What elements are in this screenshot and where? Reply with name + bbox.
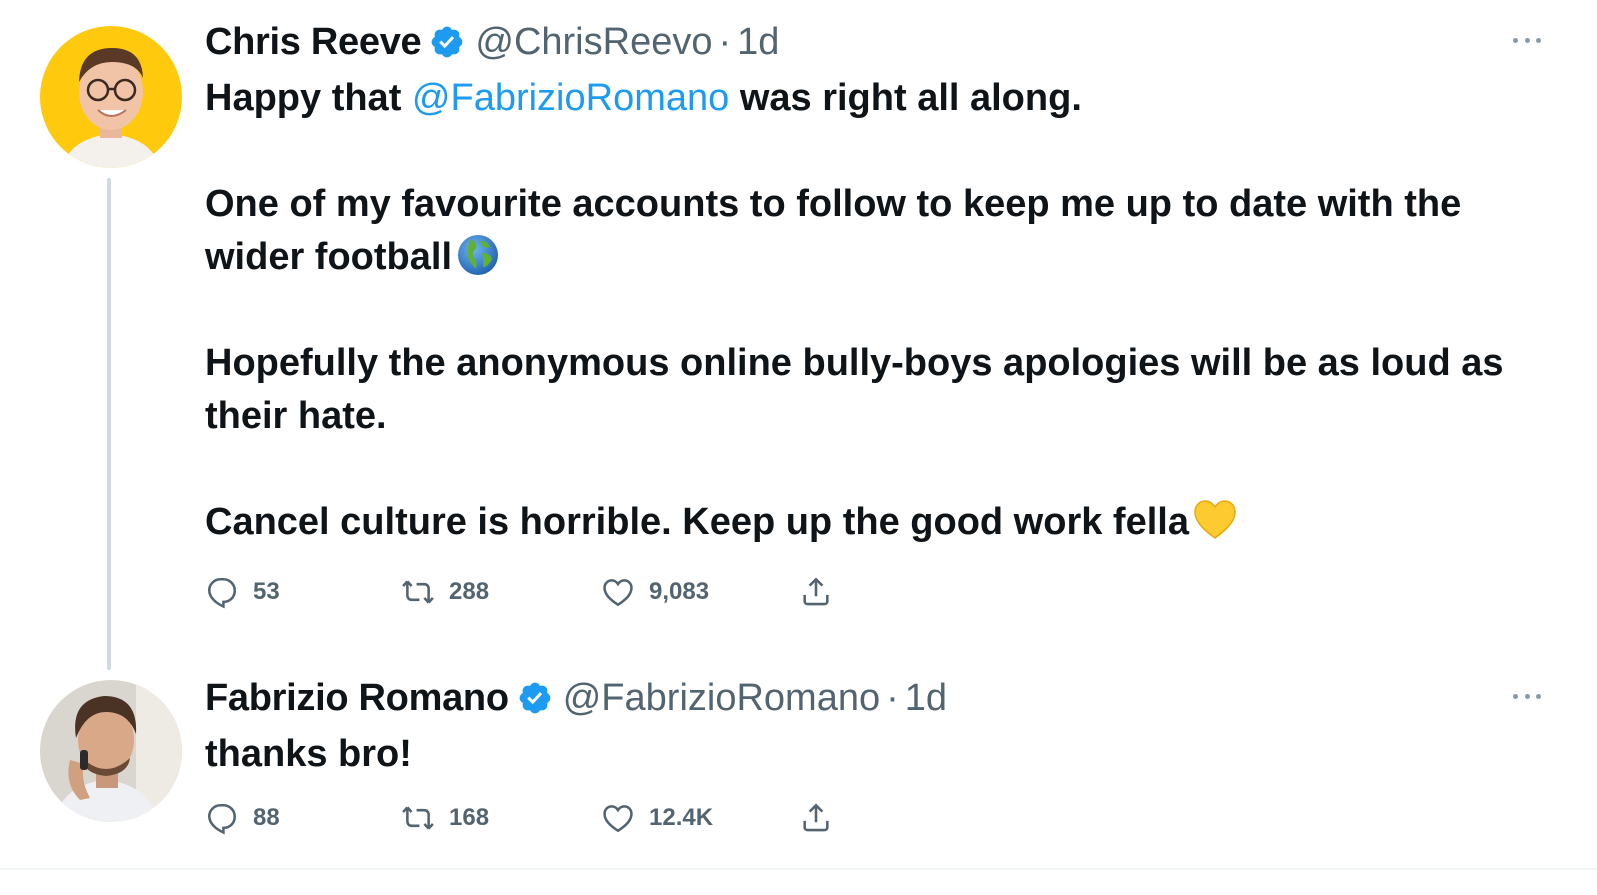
tweet-paragraph: Cancel culture is horrible. Keep up the … — [205, 496, 1547, 549]
handle[interactable]: @FabrizioRomano — [563, 677, 880, 720]
reply-icon — [205, 575, 239, 609]
reply-count: 88 — [253, 804, 280, 831]
like-count: 9,083 — [649, 578, 710, 605]
mention-link[interactable]: @FabrizioRomano — [412, 77, 729, 119]
tweet-header: Fabrizio Romano @FabrizioRomano · 1d — [205, 674, 1547, 722]
retweet-button[interactable]: 288 — [401, 572, 489, 612]
share-icon — [799, 575, 833, 609]
timestamp[interactable]: 1d — [905, 677, 947, 720]
like-button[interactable]: 12.4K — [601, 798, 713, 838]
text-segment: One of my favourite accounts to follow t… — [205, 183, 1462, 278]
separator-dot: · — [718, 20, 732, 63]
retweet-count: 168 — [449, 804, 490, 831]
share-button[interactable] — [799, 798, 847, 838]
tweet-paragraph: One of my favourite accounts to follow t… — [205, 178, 1547, 284]
reply-icon — [205, 801, 239, 835]
like-icon — [601, 801, 635, 835]
retweet-icon — [401, 801, 435, 835]
retweet-button[interactable]: 168 — [401, 798, 489, 838]
tweet-content: Fabrizio Romano @FabrizioRomano · 1d tha… — [205, 674, 1547, 781]
reply-button[interactable]: 88 — [205, 798, 280, 838]
text-segment: was right all along. — [729, 77, 1082, 119]
verified-badge-icon — [429, 24, 465, 60]
timestamp[interactable]: 1d — [737, 21, 779, 64]
tweet-fabrizio-romano[interactable]: Fabrizio Romano @FabrizioRomano · 1d tha… — [0, 660, 1597, 895]
tweet-paragraph: thanks bro! — [205, 733, 412, 775]
separator-dot: · — [886, 676, 899, 719]
tweet-text: thanks bro! — [205, 728, 1547, 781]
tweet-actions: 88 168 12.4K — [205, 798, 905, 838]
tweet-header: Chris Reeve @ChrisReevo · 1d — [205, 18, 1547, 66]
avatar[interactable] — [40, 680, 182, 822]
like-count: 12.4K — [649, 804, 714, 831]
tweet-chris-reeve[interactable]: Chris Reeve @ChrisReevo · 1d Happy that … — [0, 0, 1597, 670]
retweet-icon — [401, 575, 435, 609]
thread-connector-line — [107, 178, 111, 670]
reply-button[interactable]: 53 — [205, 572, 280, 612]
tweet-paragraph: Hopefully the anonymous online bully-boy… — [205, 342, 1504, 437]
like-button[interactable]: 9,083 — [601, 572, 709, 612]
text-segment: Happy that — [205, 77, 412, 119]
display-name[interactable]: Fabrizio Romano — [205, 677, 509, 720]
bottom-divider — [0, 868, 1597, 870]
tweet-text: Happy that @FabrizioRomano was right all… — [205, 72, 1547, 549]
tweet-content: Chris Reeve @ChrisReevo · 1d Happy that … — [205, 18, 1547, 549]
avatar[interactable] — [40, 26, 182, 168]
retweet-count: 288 — [449, 578, 490, 605]
yellow-heart-icon — [1193, 498, 1237, 542]
share-icon — [799, 801, 833, 835]
text-segment: Cancel culture is horrible. Keep up the … — [205, 501, 1189, 543]
tweet-paragraph: Happy that @FabrizioRomano was right all… — [205, 72, 1547, 125]
globe-emoji-icon — [456, 233, 500, 277]
conversation-thread: Chris Reeve @ChrisReevo · 1d Happy that … — [0, 0, 1597, 895]
display-name[interactable]: Chris Reeve — [205, 21, 422, 64]
avatar-chris-reeve-image — [40, 26, 182, 168]
verified-badge-icon — [517, 680, 553, 716]
handle[interactable]: @ChrisReevo — [475, 21, 712, 64]
share-button[interactable] — [799, 572, 847, 612]
reply-count: 53 — [253, 578, 280, 605]
tweet-actions: 53 288 9,083 — [205, 572, 905, 612]
more-options-icon[interactable] — [1507, 684, 1547, 708]
more-options-icon[interactable] — [1507, 28, 1547, 52]
avatar-fabrizio-romano-image — [40, 680, 182, 822]
like-icon — [601, 575, 635, 609]
